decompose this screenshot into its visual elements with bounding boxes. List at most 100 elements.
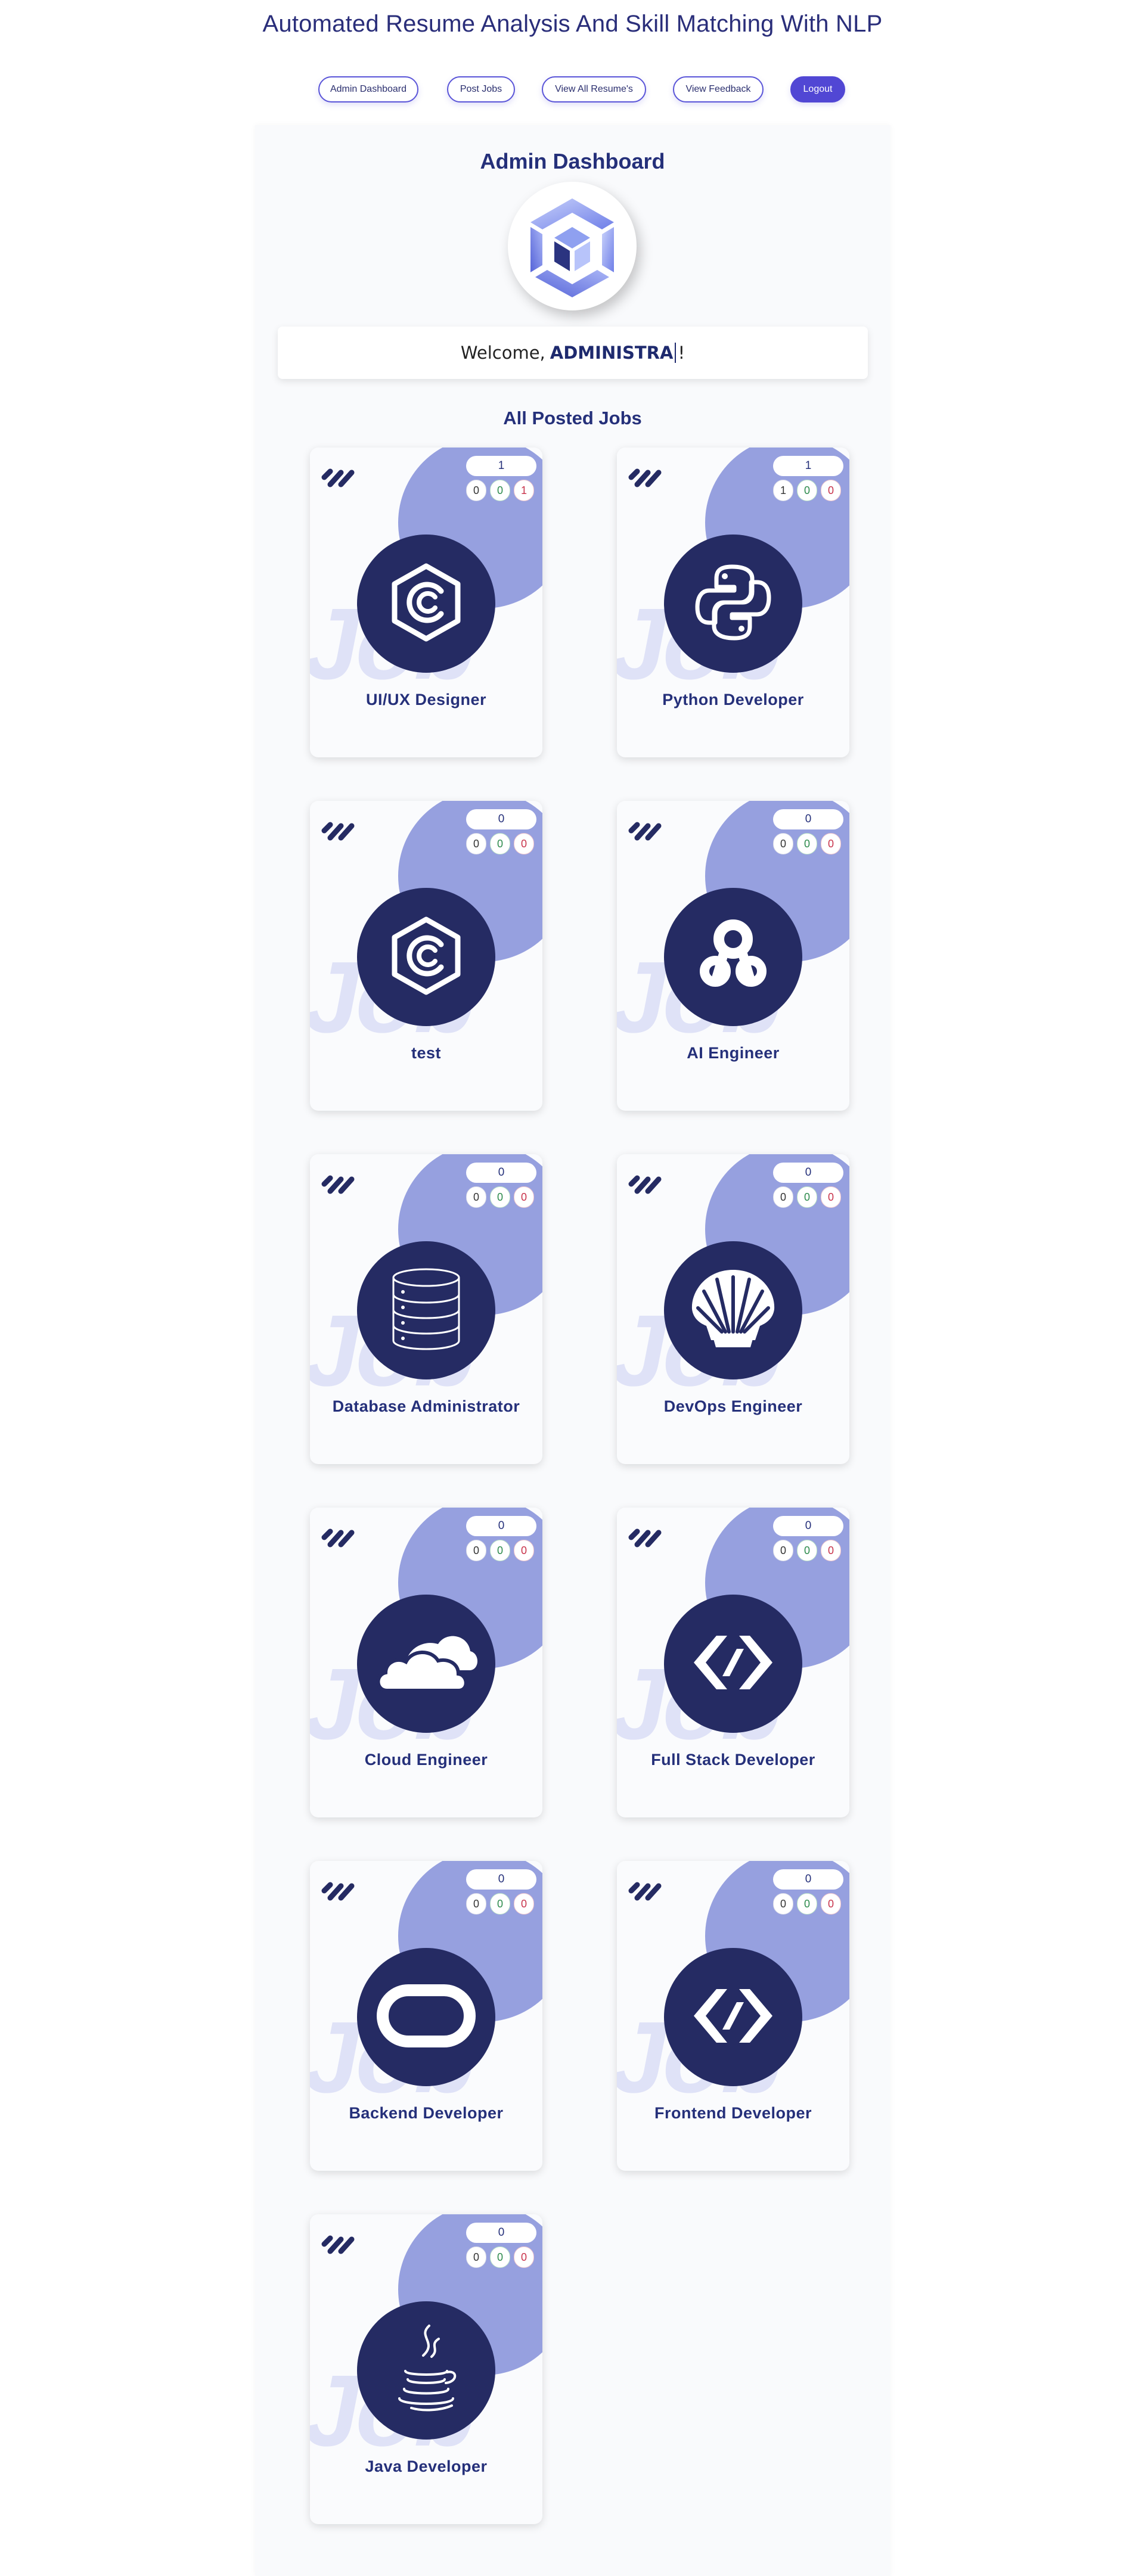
logout-button[interactable]: Logout — [790, 76, 845, 102]
total-applicants-count: 0 — [466, 809, 536, 829]
accepted-count: 0 — [797, 833, 817, 854]
status-counts: 0 0 0 — [466, 1893, 540, 1915]
job-card[interactable]: Job 0 0 0 0 Database Administrator — [310, 1154, 542, 1464]
rejected-count: 0 — [821, 480, 841, 501]
status-counts: 0 0 0 — [773, 1540, 847, 1561]
cube-logo-icon — [530, 198, 614, 297]
shell-icon — [682, 1261, 784, 1360]
app-logo — [508, 182, 637, 310]
pending-count: 1 — [773, 480, 793, 501]
job-icon-badge — [357, 535, 495, 673]
job-icon-badge — [357, 1241, 495, 1379]
rejected-count: 0 — [514, 1540, 534, 1561]
welcome-banner: Welcome, ADMINISTRA! — [278, 327, 868, 379]
status-counts: 0 0 0 — [466, 1540, 540, 1561]
total-applicants-count: 0 — [466, 2223, 536, 2243]
page-title: Admin Dashboard — [480, 149, 665, 173]
nav-admin-dashboard-button[interactable]: Admin Dashboard — [318, 76, 418, 102]
total-applicants-count: 0 — [773, 1869, 843, 1890]
accepted-count: 0 — [490, 480, 510, 501]
total-applicants-count: 0 — [773, 809, 843, 829]
job-icon-badge — [664, 888, 802, 1026]
job-card[interactable]: Job 0 0 0 0 Cloud Engineer — [310, 1508, 542, 1817]
accepted-count: 0 — [490, 2246, 510, 2268]
job-card[interactable]: Job 0 0 0 0 Backend Developer — [310, 1861, 542, 2171]
total-applicants-count: 0 — [466, 1516, 536, 1536]
status-counts: 0 0 0 — [466, 2246, 540, 2268]
oracle-icon — [376, 1983, 477, 2052]
rejected-count: 1 — [514, 480, 534, 501]
rejected-count: 0 — [821, 833, 841, 854]
job-icon-badge — [664, 1241, 802, 1379]
job-title: Frontend Developer — [654, 2104, 812, 2122]
job-card[interactable]: Job 1 0 0 1 UI/UX Designer — [310, 448, 542, 757]
job-title: DevOps Engineer — [663, 1397, 803, 1415]
job-card[interactable]: Job 1 1 0 0 Python Developer — [617, 448, 849, 757]
stripes-icon — [628, 1528, 662, 1548]
c-hexagon-icon — [381, 558, 471, 650]
stripes-icon — [628, 1175, 662, 1194]
total-applicants-count: 0 — [466, 1869, 536, 1890]
nav-post-jobs-button[interactable]: Post Jobs — [447, 76, 515, 102]
job-icon-badge — [664, 1595, 802, 1733]
stripes-icon — [628, 822, 662, 841]
job-title: UI/UX Designer — [365, 691, 487, 709]
openai-knot-icon — [685, 908, 781, 1006]
rejected-count: 0 — [514, 1893, 534, 1915]
rejected-count: 0 — [821, 1540, 841, 1561]
pending-count: 0 — [466, 480, 486, 501]
welcome-suffix: ! — [678, 343, 685, 363]
accepted-count: 0 — [490, 833, 510, 854]
stripes-icon — [321, 1528, 355, 1548]
accepted-count: 0 — [490, 1540, 510, 1561]
code-brackets-icon — [685, 1977, 781, 2058]
job-card[interactable]: Job 0 0 0 0 DevOps Engineer — [617, 1154, 849, 1464]
site-title: Automated Resume Analysis And Skill Matc… — [262, 11, 883, 37]
job-icon-badge — [357, 2301, 495, 2440]
python-icon — [685, 555, 781, 653]
nav-view-feedback-button[interactable]: View Feedback — [673, 76, 764, 102]
job-title: Python Developer — [662, 691, 804, 709]
job-icon-badge — [357, 888, 495, 1026]
rejected-count: 0 — [514, 2246, 534, 2268]
text-cursor — [675, 343, 677, 363]
top-nav: Admin Dashboard Post Jobs View All Resum… — [0, 76, 1145, 104]
stripes-icon — [321, 2235, 355, 2254]
stripes-icon — [321, 1882, 355, 1901]
status-counts: 0 0 0 — [466, 833, 540, 854]
c-hexagon-icon — [381, 911, 471, 1003]
database-icon — [387, 1264, 465, 1357]
rejected-count: 0 — [821, 1186, 841, 1208]
pending-count: 0 — [773, 1540, 793, 1561]
pending-count: 0 — [773, 833, 793, 854]
status-counts: 0 0 1 — [466, 480, 540, 501]
job-card[interactable]: Job 0 0 0 0 Frontend Developer — [617, 1861, 849, 2171]
job-card[interactable]: Job 0 0 0 0 Full Stack Developer — [617, 1508, 849, 1817]
total-applicants-count: 1 — [773, 456, 843, 476]
job-title: AI Engineer — [687, 1044, 780, 1062]
job-icon-badge — [664, 535, 802, 673]
accepted-count: 0 — [797, 1893, 817, 1915]
stripes-icon — [321, 468, 355, 487]
job-card[interactable]: Job 0 0 0 0 Java Developer — [310, 2214, 542, 2524]
job-card[interactable]: Job 0 0 0 0 AI Engineer — [617, 801, 849, 1111]
job-title: Database Administrator — [332, 1397, 520, 1415]
status-counts: 0 0 0 — [773, 1893, 847, 1915]
accepted-count: 0 — [797, 1186, 817, 1208]
job-title: Full Stack Developer — [651, 1751, 815, 1769]
status-counts: 0 0 0 — [466, 1186, 540, 1208]
job-icon-badge — [664, 1948, 802, 2086]
status-counts: 1 0 0 — [773, 480, 847, 501]
total-applicants-count: 0 — [773, 1163, 843, 1183]
nav-view-resumes-button[interactable]: View All Resume's — [542, 76, 646, 102]
rejected-count: 0 — [821, 1893, 841, 1915]
job-card[interactable]: Job 0 0 0 0 test — [310, 801, 542, 1111]
stripes-icon — [321, 822, 355, 841]
job-icon-badge — [357, 1948, 495, 2086]
rejected-count: 0 — [514, 833, 534, 854]
job-icon-badge — [357, 1595, 495, 1733]
pending-count: 0 — [773, 1893, 793, 1915]
accepted-count: 0 — [797, 480, 817, 501]
total-applicants-count: 1 — [466, 456, 536, 476]
pending-count: 0 — [466, 833, 486, 854]
